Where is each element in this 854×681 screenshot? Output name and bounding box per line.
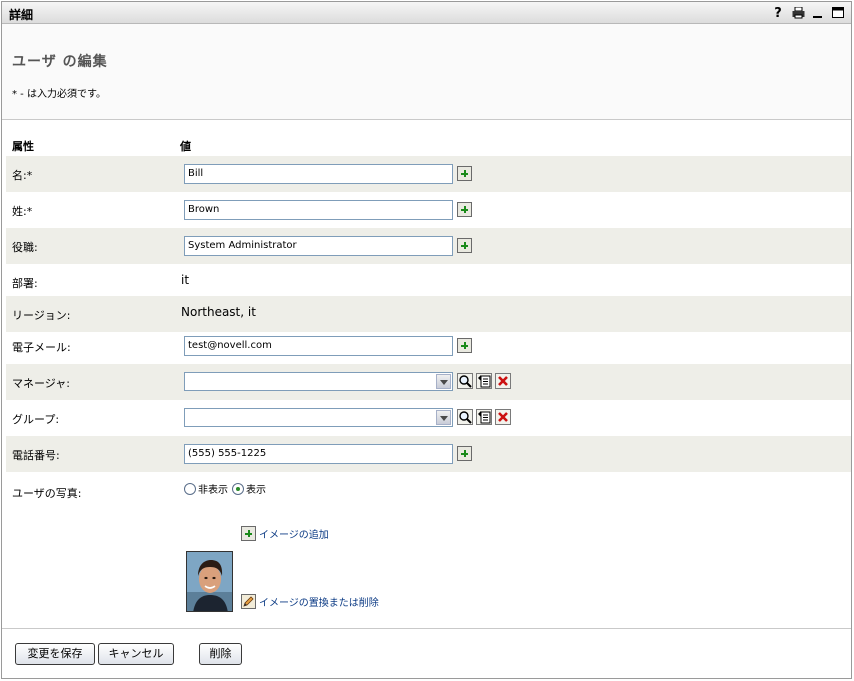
history-list-icon[interactable] — [476, 373, 492, 389]
add-value-icon[interactable] — [457, 238, 472, 253]
department-label: 部署: — [12, 277, 38, 290]
portlet-title: 詳細 — [9, 8, 34, 22]
row-region: リージョン: Northeast, it — [6, 296, 851, 332]
pencil-icon[interactable] — [241, 594, 256, 609]
row-title: 役職: System Administrator — [6, 228, 851, 264]
delete-icon[interactable] — [495, 409, 511, 425]
row-photo: ユーザの写真: 非表示 表示 — [6, 474, 851, 510]
column-header-value: 値 — [180, 140, 191, 153]
group-label: グループ: — [12, 413, 60, 426]
manager-label: マネージャ: — [12, 377, 70, 390]
search-icon[interactable] — [457, 409, 473, 425]
add-value-icon[interactable] — [457, 202, 472, 217]
history-list-icon[interactable] — [476, 409, 492, 425]
group-select[interactable] — [184, 408, 453, 427]
photo-show-radio[interactable] — [232, 482, 244, 495]
maximize-icon[interactable] — [831, 6, 845, 20]
row-phone: 電話番号: (555) 555-1225 — [6, 436, 851, 472]
chevron-down-icon[interactable] — [436, 374, 451, 389]
user-photo — [186, 551, 233, 612]
photo-show-label: 表示 — [246, 485, 266, 496]
row-last-name: 姓:* Brown — [6, 192, 851, 228]
photo-visibility: 非表示 表示 — [184, 481, 270, 496]
column-header-attribute: 属性 — [12, 140, 34, 153]
add-image-icon[interactable] — [241, 526, 256, 541]
add-value-icon[interactable] — [457, 446, 472, 461]
cancel-button[interactable]: キャンセル — [98, 643, 174, 665]
save-button[interactable]: 変更を保存 — [15, 643, 95, 665]
department-value: it — [181, 273, 190, 287]
print-icon[interactable] — [791, 6, 805, 20]
row-department: 部署: it — [6, 264, 851, 300]
photo-hide-label: 非表示 — [198, 485, 228, 496]
delete-button[interactable]: 削除 — [199, 643, 242, 665]
portlet-tools: ? — [771, 5, 845, 21]
last-name-input[interactable]: Brown — [184, 200, 453, 220]
add-value-icon[interactable] — [457, 166, 472, 181]
first-name-input[interactable]: Bill — [184, 164, 453, 184]
first-name-label: 名:* — [12, 169, 33, 182]
chevron-down-icon[interactable] — [436, 410, 451, 425]
replace-image-text[interactable]: イメージの置換または削除 — [259, 594, 379, 609]
help-glyph: ? — [774, 5, 782, 21]
row-first-name: 名:* Bill — [6, 156, 851, 192]
email-label: 電子メール: — [12, 341, 71, 354]
add-image-text[interactable]: イメージの追加 — [259, 526, 329, 541]
add-image-link[interactable]: イメージの追加 — [241, 526, 329, 541]
page-header: ユーザ の編集 * - は入力必須です。 — [2, 24, 851, 120]
row-email: 電子メール: test@novell.com — [6, 328, 851, 364]
search-icon[interactable] — [457, 373, 473, 389]
phone-label: 電話番号: — [12, 449, 60, 462]
photo-hide-radio[interactable] — [184, 482, 196, 495]
manager-select[interactable] — [184, 372, 453, 391]
last-name-label: 姓:* — [12, 205, 33, 218]
required-note: * - は入力必須です。 — [12, 89, 106, 100]
portlet-titlebar: 詳細 ? — [2, 2, 851, 24]
delete-icon[interactable] — [495, 373, 511, 389]
add-value-icon[interactable] — [457, 338, 472, 353]
minimize-icon[interactable] — [811, 6, 825, 20]
replace-image-link[interactable]: イメージの置換または削除 — [241, 594, 379, 609]
email-input[interactable]: test@novell.com — [184, 336, 453, 356]
phone-input[interactable]: (555) 555-1225 — [184, 444, 453, 464]
detail-portlet: 詳細 ? ユーザ の編集 * - は入力必須です。 属性 値 名:* Bill … — [1, 1, 852, 679]
help-icon[interactable]: ? — [771, 5, 785, 21]
title-input[interactable]: System Administrator — [184, 236, 453, 256]
title-label: 役職: — [12, 241, 38, 254]
page-title: ユーザ の編集 — [12, 54, 108, 70]
region-value: Northeast, it — [181, 305, 256, 319]
row-group: グループ: — [6, 400, 851, 436]
row-manager: マネージャ: — [6, 364, 851, 400]
footer-divider — [2, 628, 851, 629]
photo-label: ユーザの写真: — [12, 487, 82, 500]
region-label: リージョン: — [12, 309, 71, 322]
